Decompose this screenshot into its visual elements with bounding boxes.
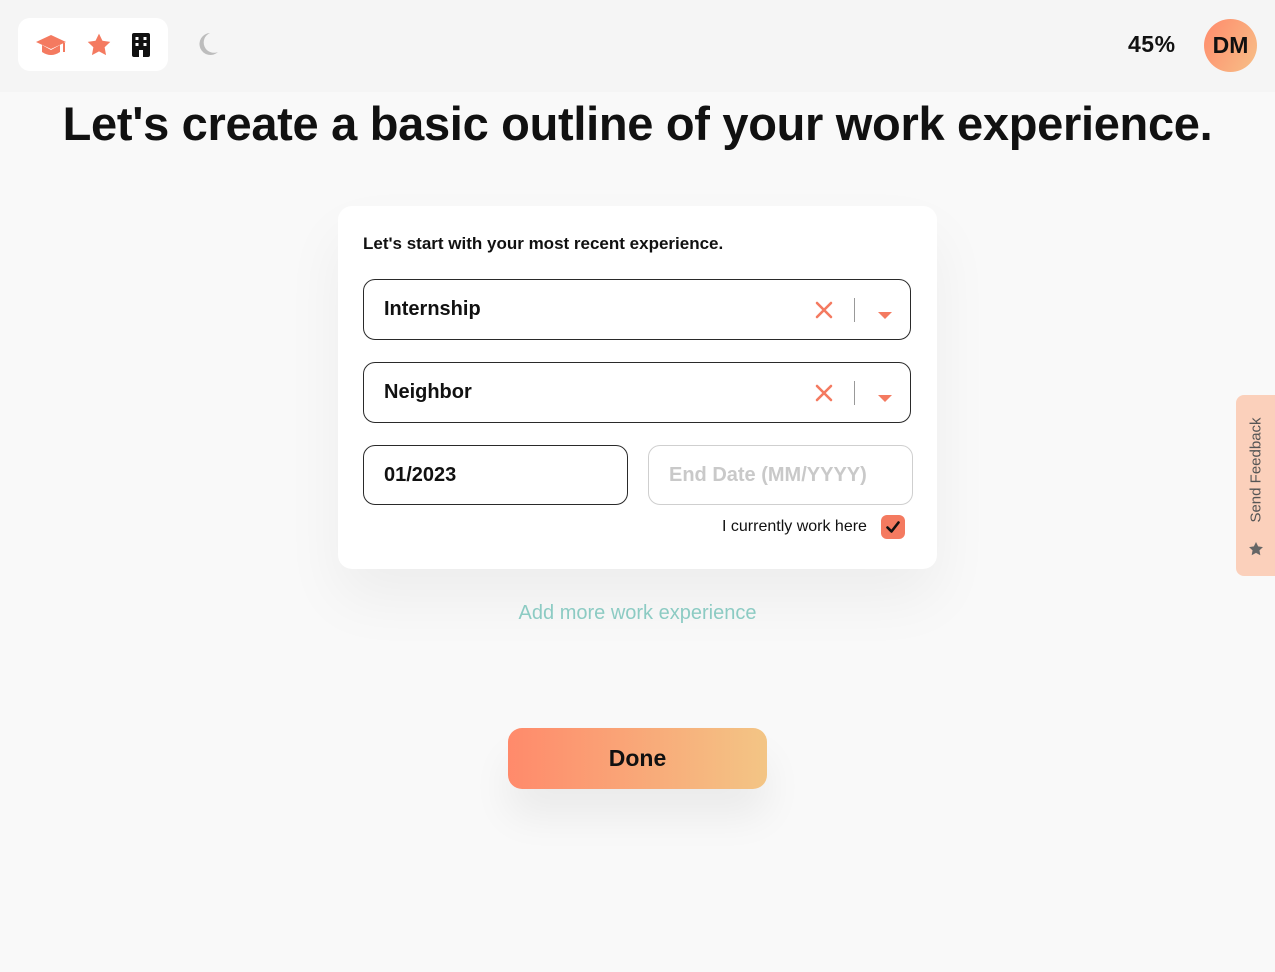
currently-work-here-row: I currently work here xyxy=(722,515,905,539)
chevron-down-icon[interactable] xyxy=(877,390,893,408)
company-select[interactable]: Neighbor xyxy=(363,362,911,423)
section-icon-group xyxy=(18,18,168,71)
progress-percentage: 45% xyxy=(1128,31,1176,57)
graduation-cap-icon[interactable] xyxy=(35,32,67,58)
start-date-input[interactable] xyxy=(363,445,628,505)
end-date-input[interactable] xyxy=(648,445,913,505)
select-divider xyxy=(854,381,855,405)
top-bar: 45% DM xyxy=(0,0,1275,92)
currently-work-here-checkbox[interactable] xyxy=(880,515,905,539)
send-feedback-tab[interactable]: Send Feedback xyxy=(1236,395,1275,576)
experience-type-value: Internship xyxy=(384,298,481,320)
chevron-down-icon[interactable] xyxy=(877,307,893,325)
done-button[interactable]: Done xyxy=(508,728,767,789)
add-more-experience-link[interactable]: Add more work experience xyxy=(0,602,1275,625)
clear-icon[interactable] xyxy=(814,300,834,325)
currently-work-here-label: I currently work here xyxy=(722,518,867,535)
star-icon xyxy=(1248,541,1264,562)
select-divider xyxy=(854,298,855,322)
building-icon[interactable] xyxy=(131,32,151,58)
avatar[interactable]: DM xyxy=(1204,19,1257,72)
page-title: Let's create a basic outline of your wor… xyxy=(62,97,1213,150)
send-feedback-label: Send Feedback xyxy=(1247,417,1264,523)
check-icon xyxy=(886,521,900,533)
experience-card: Let's start with your most recent experi… xyxy=(338,206,937,569)
clear-icon[interactable] xyxy=(814,383,834,408)
star-icon[interactable] xyxy=(86,32,112,58)
card-heading: Let's start with your most recent experi… xyxy=(363,234,724,253)
experience-type-select[interactable]: Internship xyxy=(363,279,911,340)
company-value: Neighbor xyxy=(384,381,472,403)
moon-icon[interactable] xyxy=(194,30,220,63)
